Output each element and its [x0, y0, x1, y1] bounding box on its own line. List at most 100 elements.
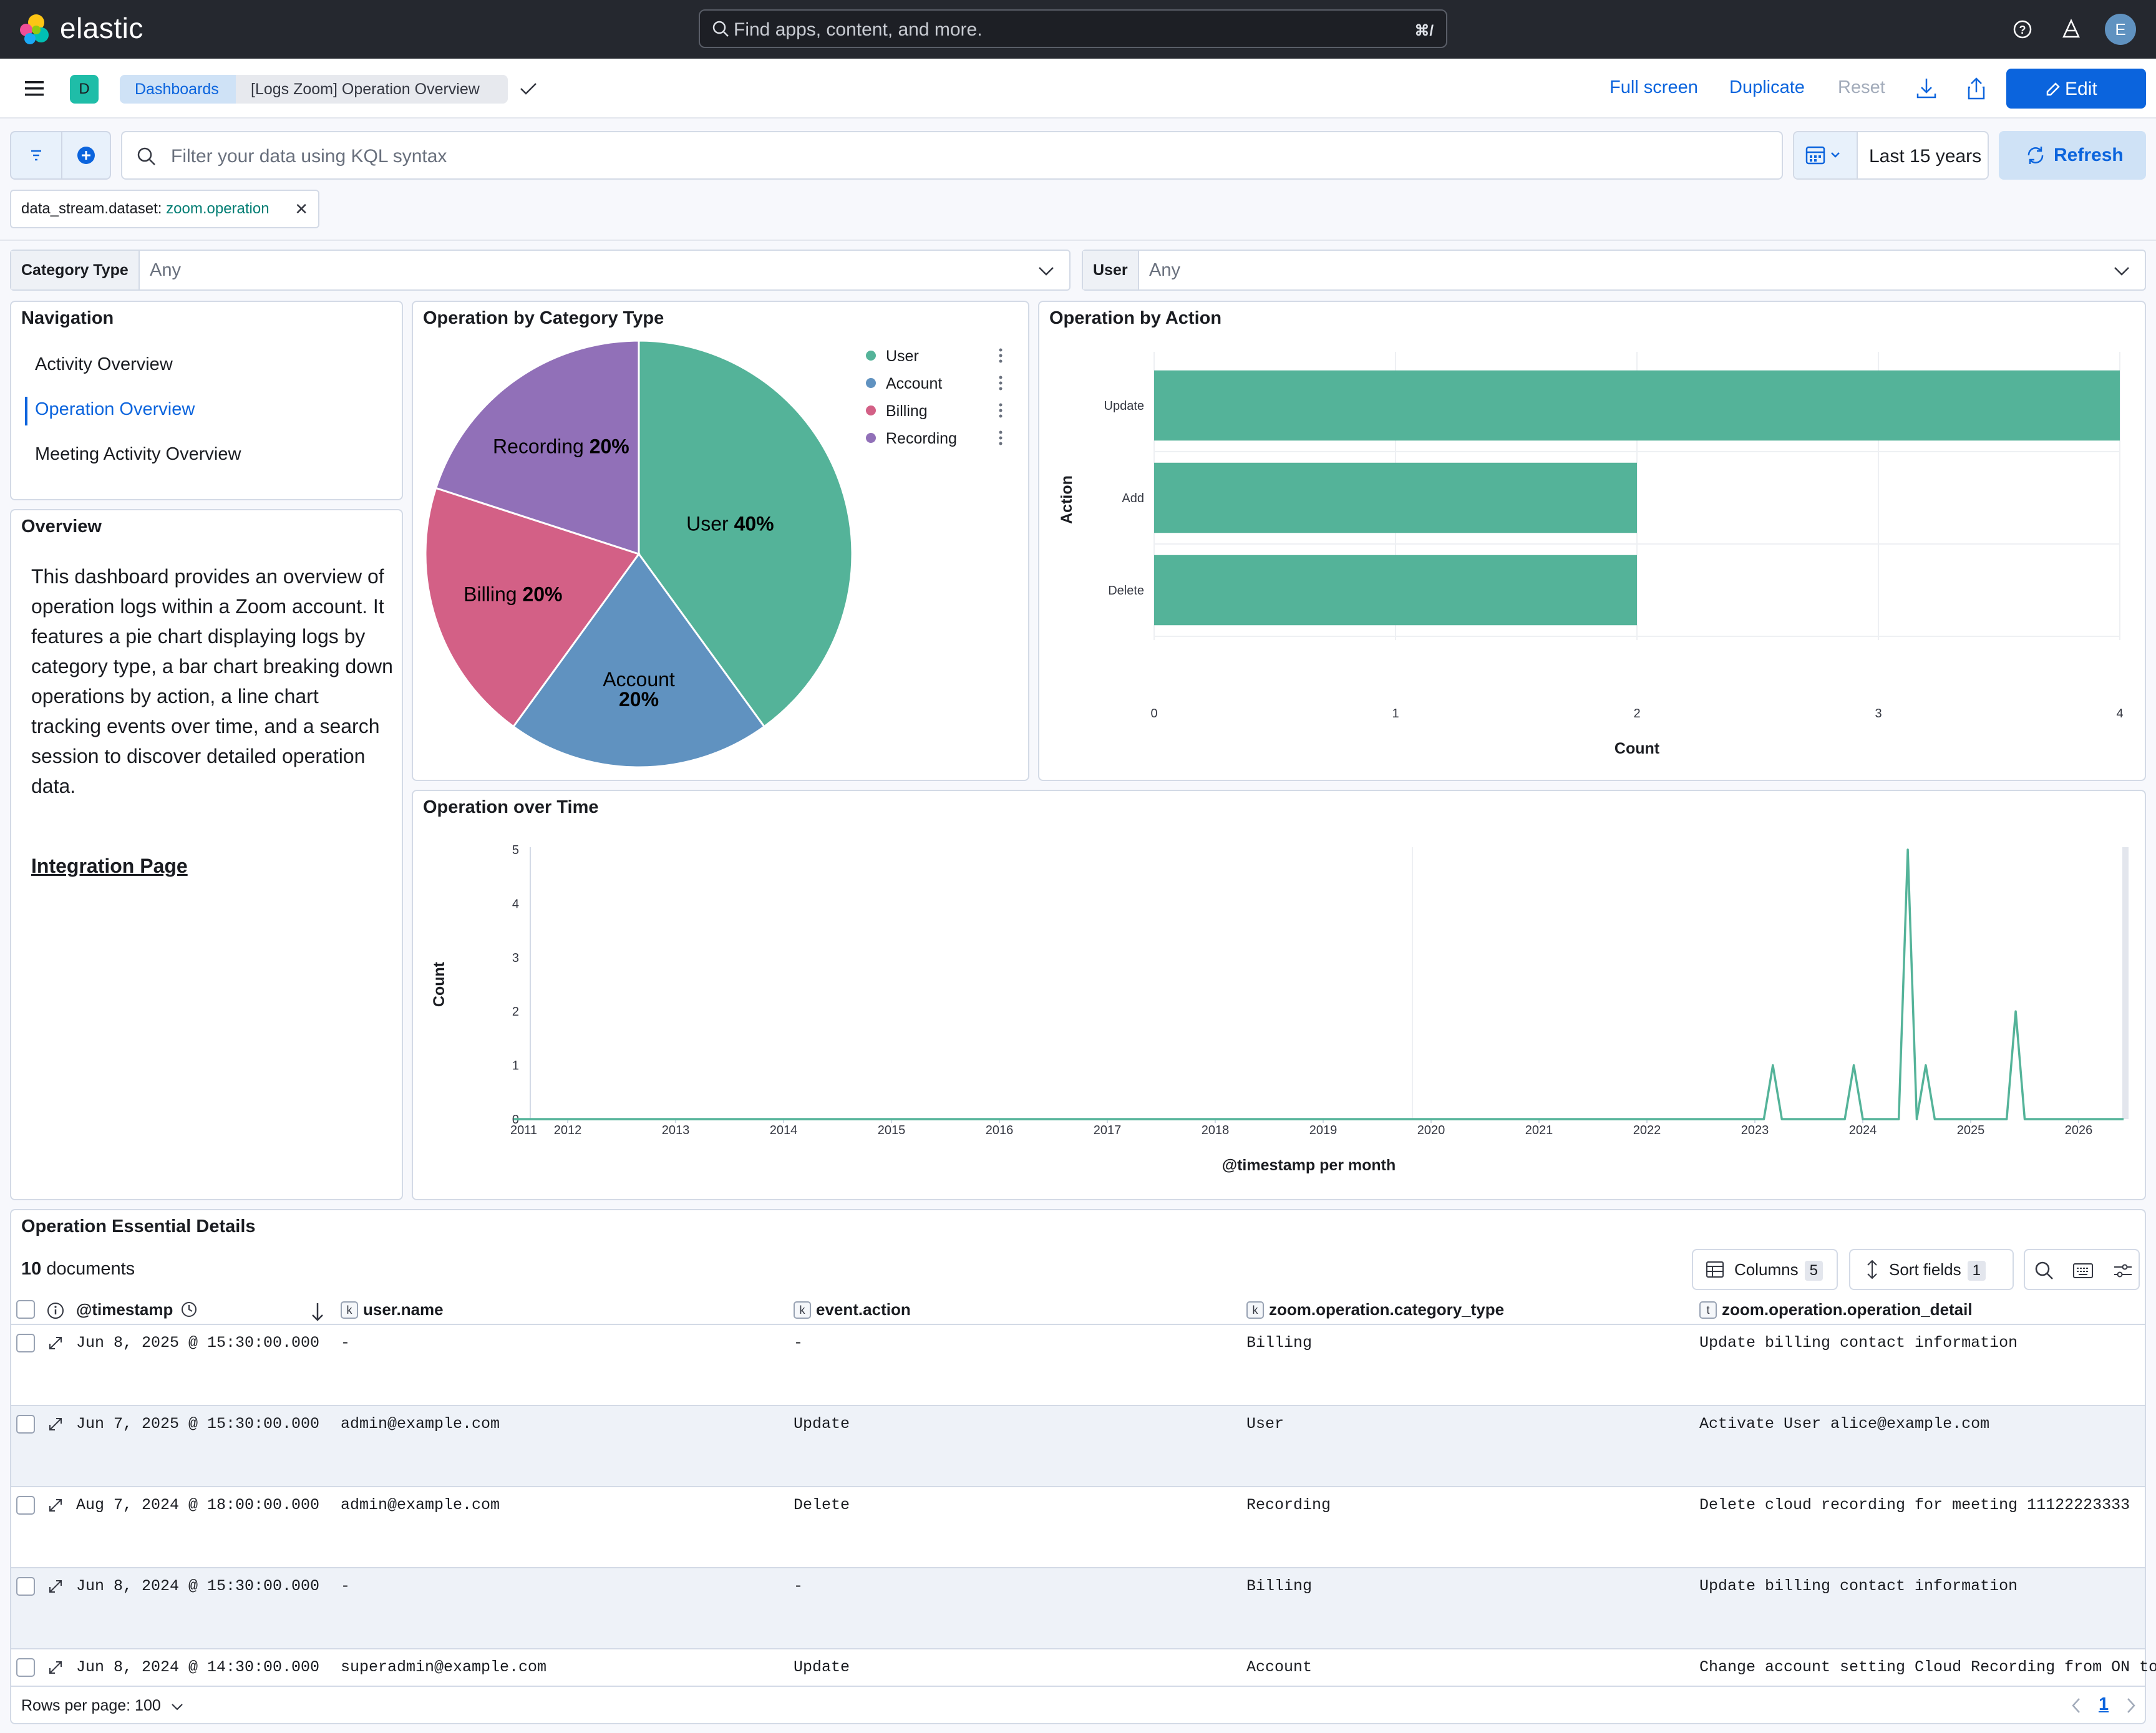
expand-row-icon[interactable] [47, 1335, 64, 1351]
column-header-timestamp[interactable]: @timestamp [76, 1300, 198, 1319]
legend-item-user[interactable]: User [886, 347, 919, 365]
reset-button[interactable]: Reset [1838, 77, 1885, 98]
elastic-logo-icon[interactable] [17, 12, 51, 46]
edit-button[interactable]: Edit [2006, 69, 2146, 109]
full-screen-button[interactable]: Full screen [1610, 77, 1698, 98]
add-filter-button[interactable] [61, 132, 110, 178]
user-avatar[interactable]: E [2105, 14, 2136, 45]
column-header-event-action[interactable]: k event.action [794, 1300, 911, 1319]
legend-actions-icon[interactable] [999, 436, 1003, 440]
display-settings-icon[interactable] [2112, 1261, 2134, 1280]
help-icon[interactable]: ? [2010, 17, 2035, 42]
legend-actions-icon[interactable] [999, 387, 1003, 391]
expand-row-icon[interactable] [47, 1416, 64, 1432]
nav-link-activity-overview[interactable]: Activity Overview [35, 354, 173, 375]
y-tick-label: Delete [1108, 584, 1144, 598]
sort-fields-button[interactable]: Sort fields 1 [1849, 1249, 2014, 1290]
legend-actions-icon[interactable] [999, 376, 1003, 379]
x-tick-label: 2014 [770, 1124, 798, 1137]
legend-actions-icon[interactable] [999, 430, 1003, 434]
duplicate-button[interactable]: Duplicate [1729, 77, 1805, 98]
row-checkbox[interactable] [16, 1334, 35, 1352]
line-chart-panel: Operation over Time 0 1 2 3 4 5 2011 2012 2013 20… [412, 790, 2146, 1200]
info-icon[interactable] [46, 1301, 65, 1320]
legend-actions-icon[interactable] [999, 348, 1003, 352]
legend-swatch [866, 378, 876, 388]
space-avatar[interactable]: D [70, 75, 99, 104]
columns-button[interactable]: Columns 5 [1692, 1249, 1838, 1290]
expand-row-icon[interactable] [47, 1659, 64, 1676]
search-icon[interactable] [2034, 1260, 2055, 1281]
bar-delete[interactable] [1154, 555, 1637, 626]
legend-actions-icon[interactable] [999, 354, 1003, 357]
refresh-button[interactable]: Refresh [1999, 131, 2146, 180]
chevron-right-icon[interactable] [2125, 1697, 2137, 1714]
filter-field: data_stream.dataset: [21, 200, 162, 217]
sort-descending-icon[interactable] [309, 1301, 326, 1323]
share-icon[interactable] [1965, 76, 1988, 101]
overview-panel: Overview This dashboard provides an over… [10, 509, 403, 1200]
table-icon [1706, 1261, 1724, 1278]
filter-menu-button[interactable] [11, 132, 61, 178]
legend-actions-icon[interactable] [999, 381, 1003, 385]
integration-page-link[interactable]: Integration Page [31, 855, 188, 878]
nav-link-operation-overview[interactable]: Operation Overview [35, 399, 195, 420]
pie-chart-panel: Operation by Category Type User 40% Accou… [412, 301, 1029, 781]
pagination-page-1[interactable]: 1 [2099, 1694, 2109, 1715]
row-checkbox[interactable] [16, 1496, 35, 1515]
x-tick-label: 2025 [1957, 1124, 1985, 1137]
chevron-left-icon[interactable] [2070, 1697, 2082, 1714]
table-footer: Rows per page: 100 1 [11, 1686, 2145, 1723]
table-row[interactable]: Jun 8, 2024 @ 15:30:00.000 - - Billing Upd… [11, 1567, 2145, 1648]
pie-chart: User 40%Account 20%Billing 20%Recording 2… [424, 339, 1003, 769]
bar-update[interactable] [1154, 370, 2120, 441]
filter-pill[interactable]: data_stream.dataset: zoom.operation ✕ [10, 190, 319, 228]
bar-add[interactable] [1154, 462, 1637, 533]
select-all-checkbox[interactable] [16, 1300, 35, 1319]
legend-item-account[interactable]: Account [886, 375, 942, 392]
date-picker[interactable]: Last 15 years [1793, 131, 1989, 180]
row-checkbox[interactable] [16, 1577, 35, 1596]
legend-item-billing[interactable]: Billing [886, 402, 928, 420]
keyword-type-icon: k [341, 1301, 358, 1319]
row-checkbox[interactable] [16, 1415, 35, 1434]
x-tick-label: 4 [2116, 707, 2123, 721]
global-search-input[interactable]: Find apps, content, and more. ⌘/ [699, 9, 1447, 48]
keyboard-icon[interactable] [2072, 1261, 2094, 1280]
legend-actions-icon[interactable] [999, 409, 1003, 412]
date-range-label[interactable]: Last 15 years [1869, 146, 1981, 167]
quick-date-menu-button[interactable] [1794, 132, 1858, 178]
table-row[interactable]: Aug 7, 2024 @ 18:00:00.000 admin@example.… [11, 1486, 2145, 1567]
row-checkbox[interactable] [16, 1658, 35, 1677]
y-tick-label: 1 [512, 1059, 519, 1073]
expand-row-icon[interactable] [47, 1497, 64, 1513]
download-icon[interactable] [1915, 76, 1938, 101]
bar-chart-panel: Operation by Action 0 1 2 3 4 Update Add Delete… [1038, 301, 2146, 781]
breadcrumb-dashboards[interactable]: Dashboards [120, 75, 236, 104]
control-label: User [1083, 251, 1139, 289]
legend-swatch [866, 351, 876, 361]
legend-item-recording[interactable]: Recording [886, 430, 957, 447]
column-header-category-type[interactable]: k zoom.operation.category_type [1246, 1300, 1504, 1319]
category-type-control[interactable]: Category Type Any [10, 250, 1071, 291]
brand-name[interactable]: elastic [60, 11, 143, 45]
kql-query-input[interactable]: Filter your data using KQL syntax [121, 131, 1783, 180]
close-icon[interactable]: ✕ [294, 191, 308, 227]
rows-per-page-select[interactable]: Rows per page: 100 [21, 1697, 184, 1715]
legend-actions-icon[interactable] [999, 403, 1003, 407]
series-line[interactable] [513, 848, 2124, 1120]
cell-user-name: superadmin@example.com [341, 1658, 547, 1676]
hamburger-menu-icon[interactable] [24, 79, 45, 99]
user-control[interactable]: User Any [1082, 250, 2146, 291]
column-header-operation-detail[interactable]: t zoom.operation.operation_detail [1699, 1300, 1973, 1319]
expand-row-icon[interactable] [47, 1578, 64, 1595]
legend-actions-icon[interactable] [999, 359, 1003, 363]
news-feed-icon[interactable] [2059, 17, 2084, 42]
panel-title: Overview [21, 517, 102, 536]
legend-actions-icon[interactable] [999, 442, 1003, 445]
nav-link-meeting-activity-overview[interactable]: Meeting Activity Overview [35, 444, 241, 465]
legend-actions-icon[interactable] [999, 414, 1003, 418]
table-row[interactable]: Jun 8, 2025 @ 15:30:00.000 - - Billing Upd… [11, 1324, 2145, 1405]
table-row[interactable]: Jun 7, 2025 @ 15:30:00.000 admin@example.… [11, 1405, 2145, 1486]
column-header-user-name[interactable]: k user.name [341, 1300, 444, 1319]
